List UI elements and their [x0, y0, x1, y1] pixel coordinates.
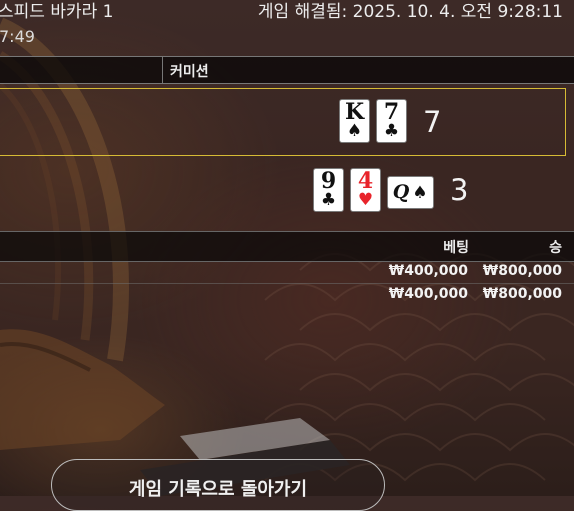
back-to-game-history-button[interactable]: 게임 기록으로 돌아가기 — [51, 459, 385, 511]
tab-commission[interactable]: 커미션 — [170, 61, 209, 81]
table-row: ₩400,000 ₩800,000 — [0, 284, 574, 306]
banker-card-2: 7 ♣ — [376, 99, 407, 143]
round-time: 7:49 — [0, 27, 35, 46]
player-card-3-rotated: Q ♠ — [387, 176, 434, 209]
club-icon: ♣ — [383, 121, 400, 141]
results-table-header: 베팅 승 — [0, 231, 574, 262]
game-title: 스피드 바카라 1 — [0, 2, 114, 22]
winning-hand-highlight — [0, 88, 566, 156]
game-resolved-timestamp: 게임 해결됨: 2025. 10. 4. 오전 9:28:11 — [257, 2, 563, 22]
card-rank: Q — [392, 181, 410, 203]
tab-bar: 커미션 — [0, 56, 574, 84]
player-card-2: 4 ♥ — [350, 168, 381, 212]
table-row: ₩400,000 ₩800,000 — [0, 261, 574, 284]
bet-amount: ₩400,000 — [388, 286, 468, 302]
heart-icon: ♥ — [357, 190, 374, 210]
win-amount: ₩800,000 — [482, 263, 562, 279]
player-score: 3 — [450, 173, 469, 207]
club-icon: ♣ — [320, 190, 337, 210]
banker-score: 7 — [423, 105, 442, 139]
player-card-1: 9 ♣ — [313, 168, 344, 212]
back-button-label: 게임 기록으로 돌아가기 — [128, 479, 308, 500]
spade-icon: ♠ — [346, 121, 363, 141]
tab-left-cell[interactable] — [0, 57, 163, 83]
win-column-header: 승 — [549, 240, 562, 256]
bet-column-header: 베팅 — [443, 240, 469, 256]
banker-card-1: K ♠ — [339, 99, 370, 143]
spade-icon: ♠ — [412, 183, 428, 203]
win-amount: ₩800,000 — [482, 286, 562, 302]
bet-amount: ₩400,000 — [388, 263, 468, 279]
